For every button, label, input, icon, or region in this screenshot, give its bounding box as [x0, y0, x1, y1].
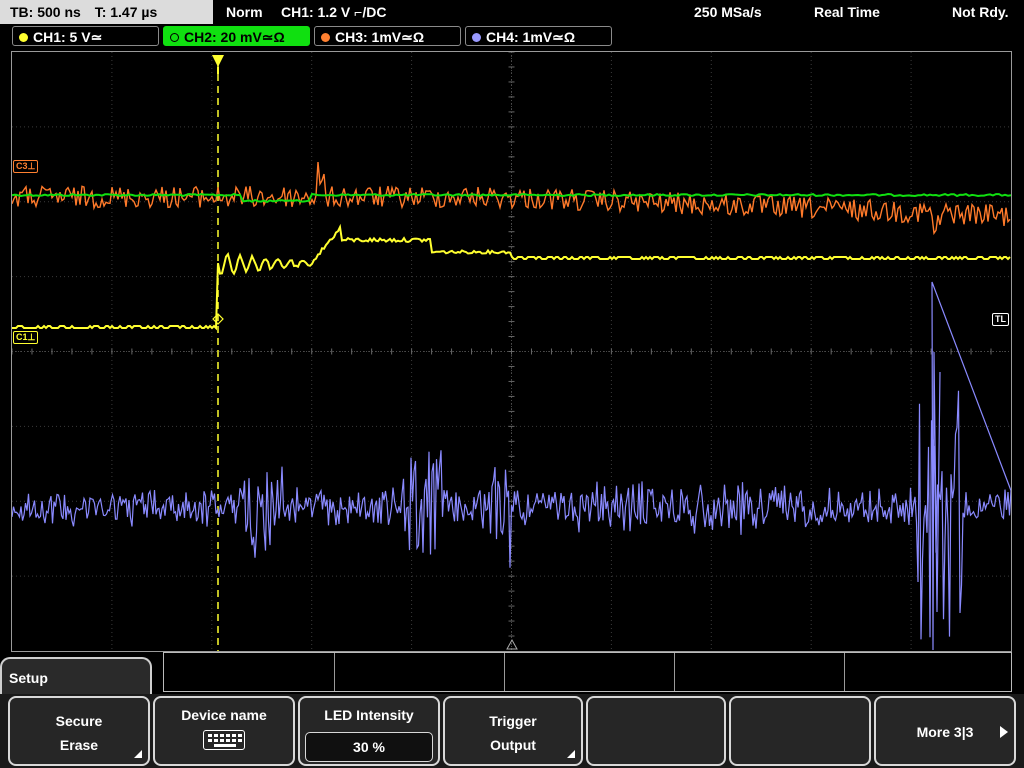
ch2-color-icon	[170, 33, 179, 42]
led-intensity-label: LED Intensity	[324, 707, 414, 723]
secure-erase-label-2: Erase	[59, 737, 99, 753]
trigger-time: T: 1.47 µs	[94, 4, 158, 20]
trigger-status: Not Rdy.	[952, 4, 1009, 20]
device-name-button[interactable]: Device name	[153, 696, 295, 766]
graticule-grid	[12, 52, 1011, 651]
ch1-color-icon	[19, 33, 28, 42]
tab-ch3[interactable]: CH3: 1mV≃Ω	[314, 26, 461, 46]
status-bar: TB: 500 ns T: 1.47 µs Norm CH1: 1.2 V ⌐/…	[0, 0, 1024, 24]
secure-erase-button[interactable]: Secure Erase	[8, 696, 150, 766]
ch2-label: CH2: 20 mV≃Ω	[184, 29, 285, 45]
secure-erase-label-1: Secure	[55, 713, 103, 729]
tab-ch4[interactable]: CH4: 1mV≃Ω	[465, 26, 612, 46]
ch4-label: CH4: 1mV≃Ω	[486, 29, 576, 45]
empty-softkey-6[interactable]	[729, 696, 871, 766]
next-page-icon	[1000, 726, 1008, 738]
tab-ch1[interactable]: CH1: 5 V≃	[12, 26, 159, 46]
led-intensity-value[interactable]: 30 %	[305, 732, 433, 762]
channel-tabs: CH1: 5 V≃ CH2: 20 mV≃Ω CH3: 1mV≃Ω CH4: 1…	[0, 26, 1024, 48]
acquisition-mode: Real Time	[814, 4, 880, 20]
softkey-bar: Secure Erase Device name LED Intensity 3…	[0, 694, 1024, 768]
ch3-offset-marker[interactable]: C3⊥	[13, 160, 39, 173]
trigger-source[interactable]: CH1: 1.2 V ⌐/DC	[281, 0, 386, 24]
led-intensity-button[interactable]: LED Intensity 30 %	[298, 696, 440, 766]
submenu-corner-icon	[134, 750, 142, 758]
trigger-output-label-2: Output	[490, 737, 536, 753]
timebase-box[interactable]: TB: 500 ns T: 1.47 µs	[0, 0, 213, 24]
ch3-label: CH3: 1mV≃Ω	[335, 29, 425, 45]
trigger-level-marker[interactable]: TL	[992, 313, 1009, 326]
waveform-display[interactable]: C3⊥ C1⊥ TL	[11, 51, 1012, 652]
sample-rate: 250 MSa/s	[694, 4, 762, 20]
ch4-color-icon	[472, 33, 481, 42]
submenu-corner-icon	[567, 750, 575, 758]
trigger-output-label-1: Trigger	[489, 713, 537, 729]
trigger-mode[interactable]: Norm	[226, 0, 263, 24]
device-name-label: Device name	[181, 707, 267, 723]
trigger-output-button[interactable]: Trigger Output	[443, 696, 583, 766]
more-button[interactable]: More 3|3	[874, 696, 1016, 766]
empty-softkey-5[interactable]	[586, 696, 726, 766]
keyboard-icon	[203, 730, 245, 750]
menu-title-tab[interactable]: Setup	[0, 657, 152, 697]
waveform-plot	[12, 52, 1011, 651]
scale-strip	[163, 652, 1012, 692]
ch1-label: CH1: 5 V≃	[33, 29, 103, 45]
ch3-color-icon	[321, 33, 330, 42]
ch1-offset-marker[interactable]: C1⊥	[13, 331, 39, 344]
trigger-position-icon	[212, 55, 224, 67]
tab-ch2[interactable]: CH2: 20 mV≃Ω	[163, 26, 310, 46]
timebase: TB: 500 ns	[10, 4, 81, 20]
more-label: More 3|3	[916, 724, 974, 740]
